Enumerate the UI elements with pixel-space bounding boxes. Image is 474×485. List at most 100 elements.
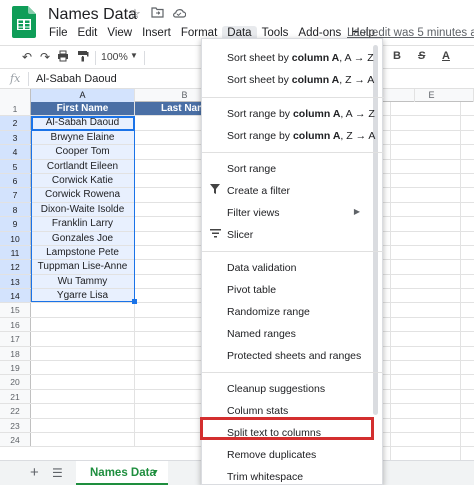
row-number[interactable]: 20 [0, 375, 31, 389]
data-menu-dropdown: Sort sheet by column A, A → Z Sort sheet… [201, 38, 384, 485]
menu-item-sort-sheet-za[interactable]: Sort sheet by column A, Z → A [202, 69, 384, 91]
menu-item-split-text-to-columns[interactable]: Split text to columns [202, 422, 384, 444]
cell-a[interactable]: Dixon-Waite Isolde [31, 202, 135, 217]
cell-a[interactable]: Lampstone Pete [31, 245, 135, 260]
menu-item-cleanup-suggestions[interactable]: Cleanup suggestions [202, 378, 384, 400]
row-number[interactable]: 15 [0, 303, 31, 317]
menu-file[interactable]: File [44, 26, 73, 40]
menu-item-filter-views[interactable]: Filter views ▶ [202, 202, 384, 224]
star-icon[interactable]: ☆ [128, 6, 142, 22]
menu-item-protected-sheets[interactable]: Protected sheets and ranges [202, 345, 384, 367]
row-number[interactable]: 17 [0, 332, 31, 346]
row-number[interactable]: 21 [0, 389, 31, 404]
cell-a[interactable]: Franklin Larry [31, 217, 135, 231]
menu-divider [202, 97, 384, 98]
cell-a[interactable] [31, 332, 135, 346]
formula-input[interactable]: Al-Sabah Daoud [36, 73, 117, 85]
row-number[interactable]: 16 [0, 317, 31, 332]
row-number[interactable]: 3 [0, 130, 31, 145]
row-number[interactable]: 7 [0, 188, 31, 202]
row-number[interactable]: 12 [0, 260, 31, 274]
row-number[interactable]: 10 [0, 231, 31, 245]
row-number[interactable]: 11 [0, 245, 31, 260]
menu-item-sort-range-az[interactable]: Sort range by column A, A → Z [202, 103, 384, 125]
menu-view[interactable]: View [102, 26, 137, 40]
header-cell-first-name[interactable]: First Name [31, 102, 135, 116]
menu-item-remove-duplicates[interactable]: Remove duplicates [202, 444, 384, 466]
cell-a[interactable]: Tuppman Lise-Anne [31, 260, 135, 274]
redo-icon[interactable]: ↷ [38, 50, 52, 64]
cell-a[interactable] [31, 418, 135, 432]
menu-item-sort-sheet-az[interactable]: Sort sheet by column A, A → Z [202, 47, 384, 69]
cell-a[interactable]: Cortlandt Eileen [31, 159, 135, 173]
menu-divider [202, 372, 384, 373]
row-number[interactable]: 13 [0, 274, 31, 289]
menu-edit[interactable]: Edit [73, 26, 103, 40]
cell-a[interactable]: Al-Sabah Daoud [31, 116, 135, 130]
menu-item-randomize-range[interactable]: Randomize range [202, 301, 384, 323]
menu-item-sort-range-za[interactable]: Sort range by column A, Z → A [202, 125, 384, 147]
cell-a[interactable]: Corwick Rowena [31, 188, 135, 202]
menu-item-column-stats[interactable]: Column stats [202, 400, 384, 422]
all-sheets-icon[interactable]: ☰ [52, 466, 63, 480]
row-number[interactable]: 4 [0, 145, 31, 159]
menu-divider [202, 152, 384, 153]
sheet-tab-names-data[interactable]: Names Data ▼ [76, 461, 168, 485]
row-number[interactable]: 1 [0, 102, 31, 116]
row-number[interactable]: 22 [0, 404, 31, 418]
column-header-a[interactable]: A [31, 89, 135, 102]
menu-item-named-ranges[interactable]: Named ranges [202, 323, 384, 345]
zoom-select[interactable]: 100% [101, 51, 128, 63]
cell-a[interactable] [31, 432, 135, 447]
menu-item-sort-range[interactable]: Sort range [202, 158, 384, 180]
fill-handle[interactable] [132, 299, 137, 304]
menu-item-pivot-table[interactable]: Pivot table [202, 279, 384, 301]
row-number[interactable]: 5 [0, 159, 31, 173]
folder-move-icon[interactable] [150, 6, 164, 22]
cell-a[interactable] [31, 303, 135, 317]
column-header-e[interactable]: E [390, 89, 474, 102]
row-number[interactable]: 2 [0, 116, 31, 130]
cell-a[interactable] [31, 375, 135, 389]
toolbar-divider [95, 51, 96, 65]
select-all-corner[interactable] [0, 89, 31, 102]
row-number[interactable]: 18 [0, 346, 31, 361]
menu-item-trim-whitespace[interactable]: Trim whitespace [202, 466, 384, 485]
filter-icon [210, 184, 220, 197]
cell-a[interactable]: Corwick Katie [31, 173, 135, 188]
toolbar-divider [144, 51, 145, 65]
cell-a[interactable]: Ygarre Lisa [31, 289, 135, 303]
document-title[interactable]: Names Data [48, 6, 137, 24]
menu-item-slicer[interactable]: Slicer [202, 224, 384, 246]
chevron-down-icon[interactable]: ▼ [152, 469, 159, 476]
add-sheet-icon[interactable]: + [30, 464, 39, 481]
row-number[interactable]: 24 [0, 432, 31, 447]
row-number[interactable]: 14 [0, 289, 31, 303]
row-number[interactable]: 6 [0, 173, 31, 188]
chevron-down-icon[interactable]: ▼ [130, 51, 138, 60]
strikethrough-button[interactable]: S [418, 50, 425, 62]
cell-a[interactable]: Brwyne Elaine [31, 130, 135, 145]
paint-format-icon[interactable] [76, 50, 90, 65]
undo-icon[interactable]: ↶ [20, 50, 34, 64]
bold-button[interactable]: B [393, 50, 401, 62]
cloud-status-icon[interactable] [172, 6, 187, 22]
text-color-button[interactable]: A [442, 50, 450, 62]
row-number[interactable]: 19 [0, 361, 31, 375]
print-icon[interactable] [56, 50, 70, 65]
cell-a[interactable]: Gonzales Joe [31, 231, 135, 245]
sheets-logo-icon[interactable] [12, 6, 36, 38]
menu-item-data-validation[interactable]: Data validation [202, 257, 384, 279]
row-number[interactable]: 23 [0, 418, 31, 432]
cell-a[interactable] [31, 389, 135, 404]
menu-item-create-filter[interactable]: Create a filter [202, 180, 384, 202]
menu-insert[interactable]: Insert [137, 26, 176, 40]
cell-a[interactable] [31, 346, 135, 361]
cell-a[interactable]: Wu Tammy [31, 274, 135, 289]
cell-a[interactable]: Cooper Tom [31, 145, 135, 159]
row-number[interactable]: 9 [0, 217, 31, 231]
cell-a[interactable] [31, 404, 135, 418]
cell-a[interactable] [31, 317, 135, 332]
row-number[interactable]: 8 [0, 202, 31, 217]
cell-a[interactable] [31, 361, 135, 375]
